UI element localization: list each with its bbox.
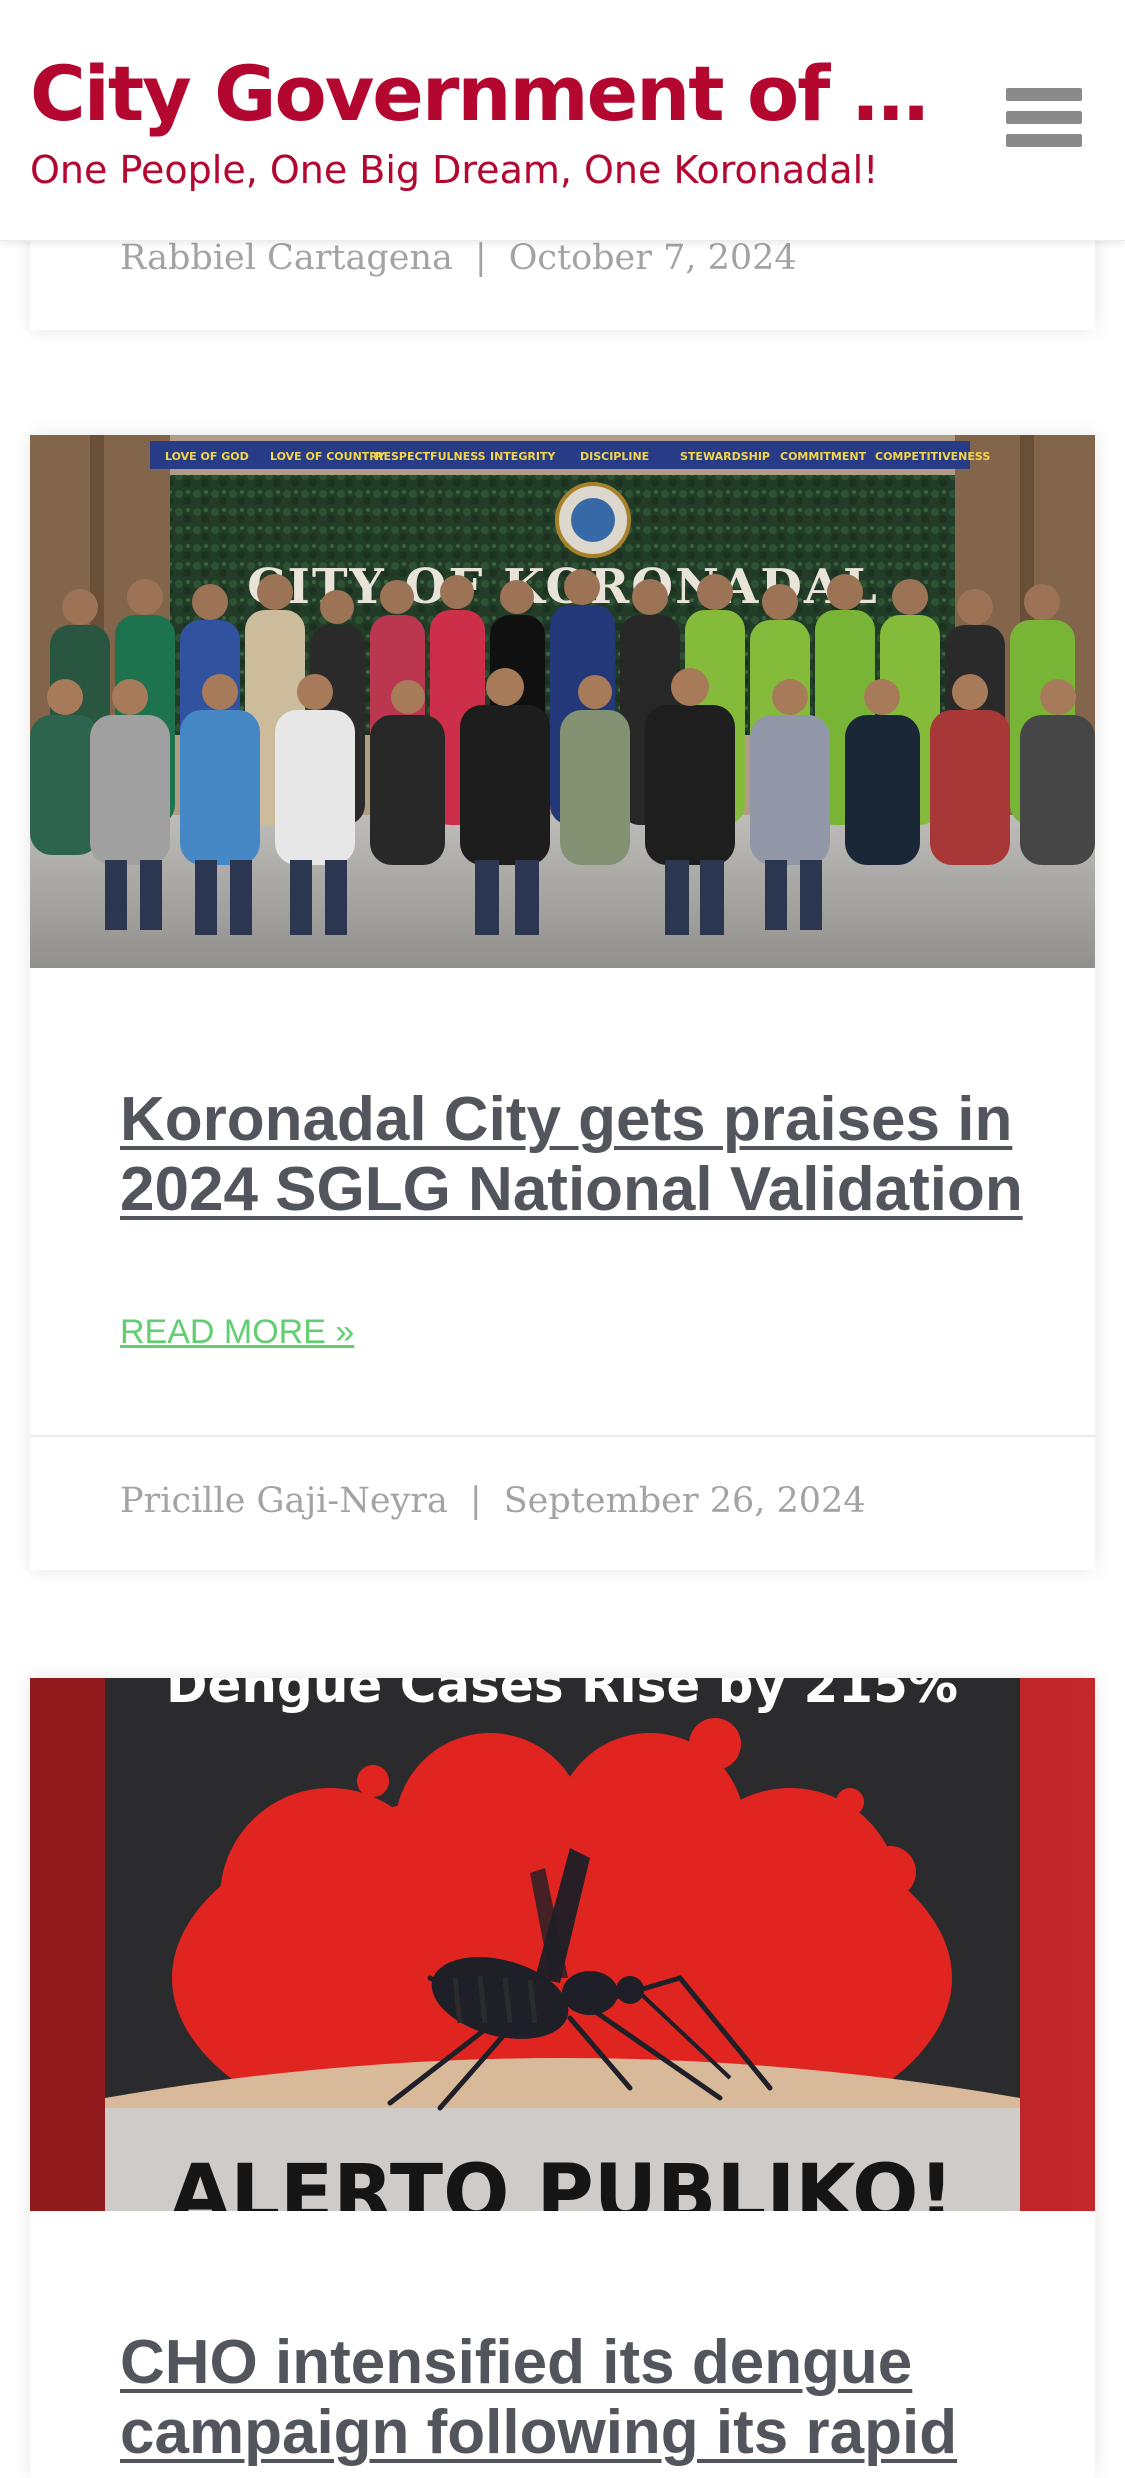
site-header: City Government of K… One People, One Bi…	[0, 0, 1125, 241]
post-date: October 7, 2024	[508, 238, 797, 278]
post-author: Pricille Gaji-Neyra	[120, 1481, 448, 1521]
post-author: Rabbiel Cartagena	[120, 238, 453, 278]
post-card: Dengue Cases Rise by 215% ALERTO PUBLIKO…	[30, 1678, 1095, 2478]
post-thumbnail[interactable]: Dengue Cases Rise by 215% ALERTO PUBLIKO…	[30, 1678, 1095, 2211]
card-divider	[30, 1435, 1095, 1437]
post-title-link[interactable]: Koronadal City gets praises in 2024 SGLG…	[120, 1085, 1040, 1225]
group-photo-image: LOVE OF GOD LOVE OF COUNTRY RESPECTFULNE…	[30, 435, 1095, 968]
dengue-alert-image: Dengue Cases Rise by 215% ALERTO PUBLIKO…	[30, 1678, 1095, 2211]
post-meta: Rabbiel Cartagena | October 7, 2024	[120, 238, 797, 278]
meta-separator: |	[469, 1481, 482, 1521]
read-more-link[interactable]: READ MORE »	[120, 1313, 354, 1352]
meta-separator: |	[474, 238, 487, 278]
post-card: LOVE OF GOD LOVE OF COUNTRY RESPECTFULNE…	[30, 435, 1095, 1570]
post-date: September 26, 2024	[503, 1481, 866, 1521]
site-title[interactable]: City Government of K…	[30, 46, 930, 142]
hamburger-menu-icon[interactable]	[1000, 80, 1086, 160]
site-tagline: One People, One Big Dream, One Koronadal…	[30, 148, 879, 192]
post-meta: Pricille Gaji-Neyra | September 26, 2024	[120, 1481, 866, 1521]
image-alert-text: ALERTO PUBLIKO!	[170, 2149, 954, 2211]
post-title-link[interactable]: CHO intensified its dengue campaign foll…	[120, 2328, 1040, 2468]
image-headline: Dengue Cases Rise by 215%	[166, 1678, 958, 1714]
post-thumbnail[interactable]: LOVE OF GOD LOVE OF COUNTRY RESPECTFULNE…	[30, 435, 1095, 968]
